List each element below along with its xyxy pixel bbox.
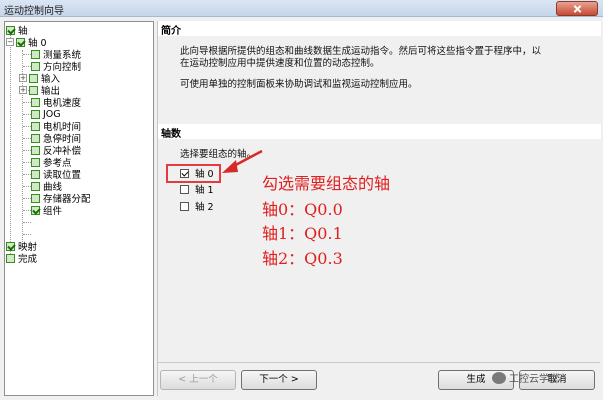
node-icon (31, 157, 40, 167)
watermark-text: 工控云学堂 (509, 374, 559, 385)
wizard-tree: 轴 − 轴 0 测量系统 方向控制 + 输入 + 输出 电机速度 JOG 电机时… (4, 21, 154, 396)
highlight-box (166, 164, 221, 183)
collapse-icon[interactable]: − (6, 38, 14, 46)
node-icon (31, 97, 40, 107)
tree-item-axes[interactable]: 轴 (6, 24, 28, 37)
node-icon (29, 85, 38, 95)
annotation-line-4: 轴2：Q0.3 (262, 249, 343, 268)
node-icon (29, 73, 38, 83)
node-icon (31, 133, 40, 143)
annotation-line-1: 勾选需要组态的轴 (262, 174, 391, 193)
checked-node-icon (31, 205, 40, 215)
intro-text-2: 在运动控制应用中提供速度和位置的动态控制。 (180, 58, 380, 69)
tree-item-finish[interactable]: 完成 (6, 252, 37, 265)
node-icon (31, 181, 40, 191)
annotation-line-2: 轴0：Q0.0 (262, 200, 343, 219)
checked-node-icon (16, 37, 25, 47)
axis1-checkbox[interactable] (180, 184, 189, 194)
intro-text-3: 可使用单独的控制面板来协助调试和监视运动控制应用。 (180, 79, 418, 90)
node-icon (31, 49, 40, 59)
node-icon (31, 109, 40, 119)
axes-title: 轴数 (161, 129, 181, 140)
title-bar: 运动控制向导 (0, 0, 603, 17)
intro-header: 简介 (158, 21, 601, 37)
prev-button[interactable]: < 上一个 (160, 370, 236, 390)
axis2-checkbox[interactable] (180, 201, 189, 211)
tree-item-motor-speed[interactable]: 电机速度 (31, 96, 81, 109)
checked-node-icon (6, 241, 15, 251)
annotation-arrow (222, 149, 263, 173)
node-icon (31, 193, 40, 203)
checked-node-icon (6, 25, 15, 35)
tree-item-components[interactable]: 组件 (31, 204, 62, 217)
node-icon (31, 121, 40, 131)
node-icon (31, 169, 40, 179)
next-button[interactable]: 下一个 > (241, 370, 317, 390)
expand-icon[interactable]: + (19, 74, 27, 82)
node-icon (31, 61, 40, 71)
tree-item-axis0[interactable]: − 轴 0 (6, 36, 47, 49)
content-panel: 简介 此向导根据所提供的组态和曲线数据生成运动指令。然后可将这些指令置于程序中，… (157, 21, 601, 396)
button-separator (157, 362, 600, 363)
node-icon (6, 253, 15, 263)
axis1-checkbox-row[interactable]: 轴 1 (180, 182, 214, 196)
axis2-checkbox-row[interactable]: 轴 2 (180, 199, 214, 213)
annotation-line-3: 轴1：Q0.1 (262, 224, 343, 243)
watermark: 工控云学堂 (492, 370, 559, 385)
expand-icon[interactable]: + (19, 86, 27, 94)
wechat-icon (492, 371, 506, 384)
close-button[interactable] (556, 1, 598, 16)
axes-header: 轴数 (158, 124, 601, 140)
intro-title: 简介 (161, 26, 181, 37)
node-icon (31, 145, 40, 155)
window-title: 运动控制向导 (4, 6, 64, 17)
